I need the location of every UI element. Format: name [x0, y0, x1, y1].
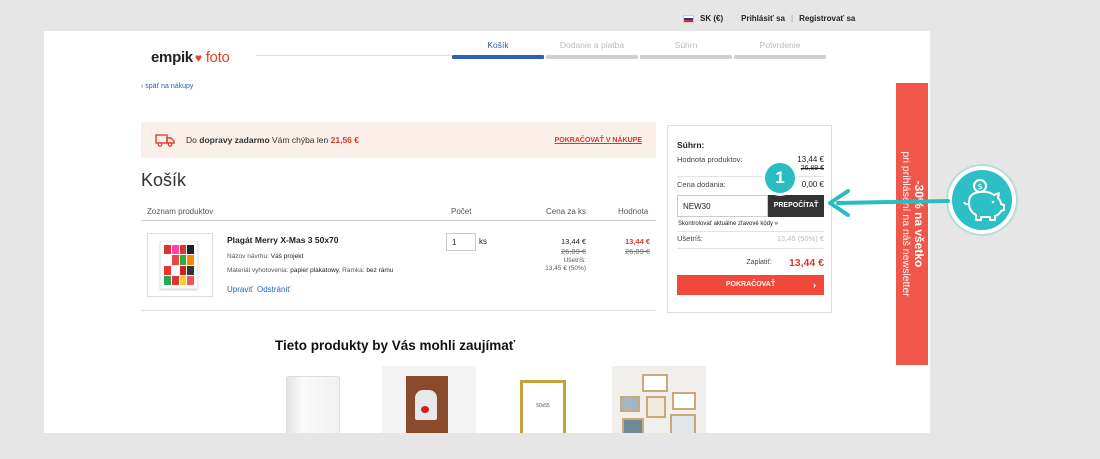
coupon-code-input[interactable]: NEW30: [677, 195, 768, 217]
piggy-bank-badge: $: [946, 164, 1018, 236]
col-products: Zoznam produktov: [147, 207, 214, 216]
suggested-product-photo-album[interactable]: [382, 366, 476, 433]
products-label: Hodnota produktov:: [677, 155, 743, 164]
main-page: empik ♥ foto Košík Dodanie a platba Súhrn …: [44, 31, 930, 433]
summary-title: Súhrn:: [677, 140, 705, 150]
fs-bold: dopravy zadarmo: [199, 135, 270, 145]
pay-label: Zaplatiť:: [746, 259, 772, 266]
order-summary-panel: Súhrn: Hodnota produktov: 13,44 € 26,89 …: [667, 125, 832, 313]
step-bar: [734, 55, 826, 59]
material-value: papier plakatowy: [290, 267, 339, 274]
cart-item-row: Plagát Merry X-Mas 3 50x70 Názov návrhu:…: [141, 227, 656, 311]
empik-foto-logo[interactable]: empik ♥ foto: [151, 49, 230, 66]
back-to-shopping-link[interactable]: ‹ späť na nákupy: [141, 83, 193, 90]
summary-divider: [677, 176, 824, 177]
unit-price: 13,44 € 26,89 € Ušetríš: 13,45 € (50%): [526, 237, 586, 273]
col-count: Počet: [451, 207, 472, 216]
product-name: Plagát Merry X-Mas 3 50x70: [227, 235, 339, 245]
newsletter-promo-tab[interactable]: -30% na všetko pri prihlásení na náš new…: [896, 83, 928, 365]
piggy-bank-circle: $: [952, 170, 1012, 230]
fs-amount: 21,56 €: [330, 135, 359, 145]
unit-saved-value: 13,45 € (50%): [545, 265, 586, 272]
product-design: Názov návrhu: Váš projekt: [227, 253, 303, 260]
chevron-right-icon: ›: [813, 280, 816, 290]
recalculate-button[interactable]: PREPOČÍTAŤ: [768, 195, 824, 217]
edit-link[interactable]: Upraviť: [227, 285, 253, 294]
step-label: Dodanie a platba: [559, 40, 625, 50]
suggested-product-frame[interactable]: 50x55: [498, 366, 592, 433]
step-label: Košík: [487, 40, 509, 50]
promo-subline: pri prihlásení na náš newsletter: [900, 151, 912, 297]
top-utility-bar: SK (€) Prihlásiť sa | Registrovať sa: [683, 14, 855, 23]
products-value: 13,44 €: [797, 155, 824, 164]
suggestions-title: Tieto produkty by Vás mohli zaujímať: [275, 338, 516, 353]
continue-shopping-link[interactable]: POKRAČOVAŤ V NÁKUPE: [555, 137, 642, 144]
login-link[interactable]: Prihlásiť sa: [741, 14, 785, 23]
material-label: Materiál vyhotovenia:: [227, 267, 289, 274]
col-value: Hodnota: [618, 207, 649, 216]
poster-image: [160, 241, 198, 289]
logo-heart-icon: ♥: [194, 51, 202, 65]
step-delivery: Dodanie a platba: [546, 40, 638, 59]
summary-divider: [677, 248, 824, 249]
frame-value: bez rámu: [366, 267, 394, 274]
product-material: Materiál vyhotovenia: papier plakatowy, …: [227, 267, 393, 274]
step-bar: [640, 55, 732, 59]
design-value: Váš projekt: [270, 253, 304, 260]
suggested-product-collage[interactable]: [612, 366, 706, 433]
slovakia-flag-icon[interactable]: [683, 14, 694, 23]
saved-label: Ušetríš:: [677, 234, 703, 243]
quantity-unit: ks: [479, 237, 487, 246]
remove-link[interactable]: Odstrániť: [257, 285, 290, 294]
progress-line: [256, 55, 451, 56]
saved-value: 13,45 (50%) €: [776, 234, 824, 243]
separator: |: [790, 14, 794, 23]
step-cart: Košík: [452, 40, 544, 59]
summary-saved-row: Ušetríš: 13,45 (50%) €: [677, 234, 824, 243]
delivery-label: Cena dodania:: [677, 180, 726, 189]
step-summary: Súhrn: [640, 40, 732, 59]
cart-title: Košík: [141, 170, 187, 190]
suggested-product-photobook[interactable]: [266, 366, 360, 433]
fs-prefix: Do: [186, 135, 197, 145]
total-old: 26,89 €: [624, 247, 650, 256]
continue-label: POKRAČOVAŤ: [725, 281, 776, 288]
step-label: Súhrn: [674, 40, 698, 50]
truck-icon: [155, 134, 175, 147]
cart-table-header: Zoznam produktov Počet Cena za ks Hodnot…: [141, 204, 656, 221]
step-bar: [546, 55, 638, 59]
quantity-input[interactable]: 1: [446, 233, 476, 251]
currency-selector[interactable]: SK (€): [700, 14, 723, 23]
products-old-value: 26,89 €: [800, 165, 824, 172]
frame-label: , Ramka:: [338, 267, 365, 274]
piggy-bank-icon: $: [963, 179, 1005, 221]
step-confirmation: Potvrdenie: [734, 40, 826, 59]
design-label: Názov návrhu:: [227, 253, 269, 260]
register-link[interactable]: Registrovať sa: [799, 14, 855, 23]
product-thumbnail[interactable]: [147, 233, 213, 297]
pay-value: 13,44 €: [788, 257, 824, 269]
summary-delivery-row: Cena dodania: 0,00 €: [677, 180, 824, 189]
step-bar: [452, 55, 544, 59]
col-unit-price: Cena za ks: [546, 207, 587, 216]
continue-checkout-button[interactable]: POKRAČOVAŤ ›: [677, 275, 824, 295]
summary-divider: [677, 231, 824, 232]
item-total: 13,44 € 26,89 €: [600, 237, 650, 257]
logo-brand: empik: [151, 49, 193, 66]
svg-text:$: $: [977, 182, 982, 191]
step-label: Potvrdenie: [759, 40, 801, 50]
total-new: 13,44 €: [624, 237, 650, 246]
fs-middle: Vám chýba len: [272, 135, 329, 145]
unit-saved-label: Ušetríš:: [563, 257, 586, 264]
promo-headline: -30% na všetko: [912, 180, 926, 268]
check-codes-link[interactable]: Skontrolovať aktuálne zľavové kódy »: [678, 221, 778, 227]
unit-price-new: 13,44 €: [560, 237, 586, 246]
unit-price-old: 26,89 €: [560, 247, 586, 256]
free-shipping-text: Do dopravy zadarmo Vám chýba len 21,56 €: [186, 135, 359, 145]
summary-products-row: Hodnota produktov: 13,44 €: [677, 155, 824, 164]
logo-suffix: foto: [205, 49, 230, 66]
step-number-badge: 1: [765, 163, 795, 193]
free-shipping-banner: Do dopravy zadarmo Vám chýba len 21,56 €…: [141, 122, 656, 158]
pointer-arrow-icon: [828, 189, 950, 217]
